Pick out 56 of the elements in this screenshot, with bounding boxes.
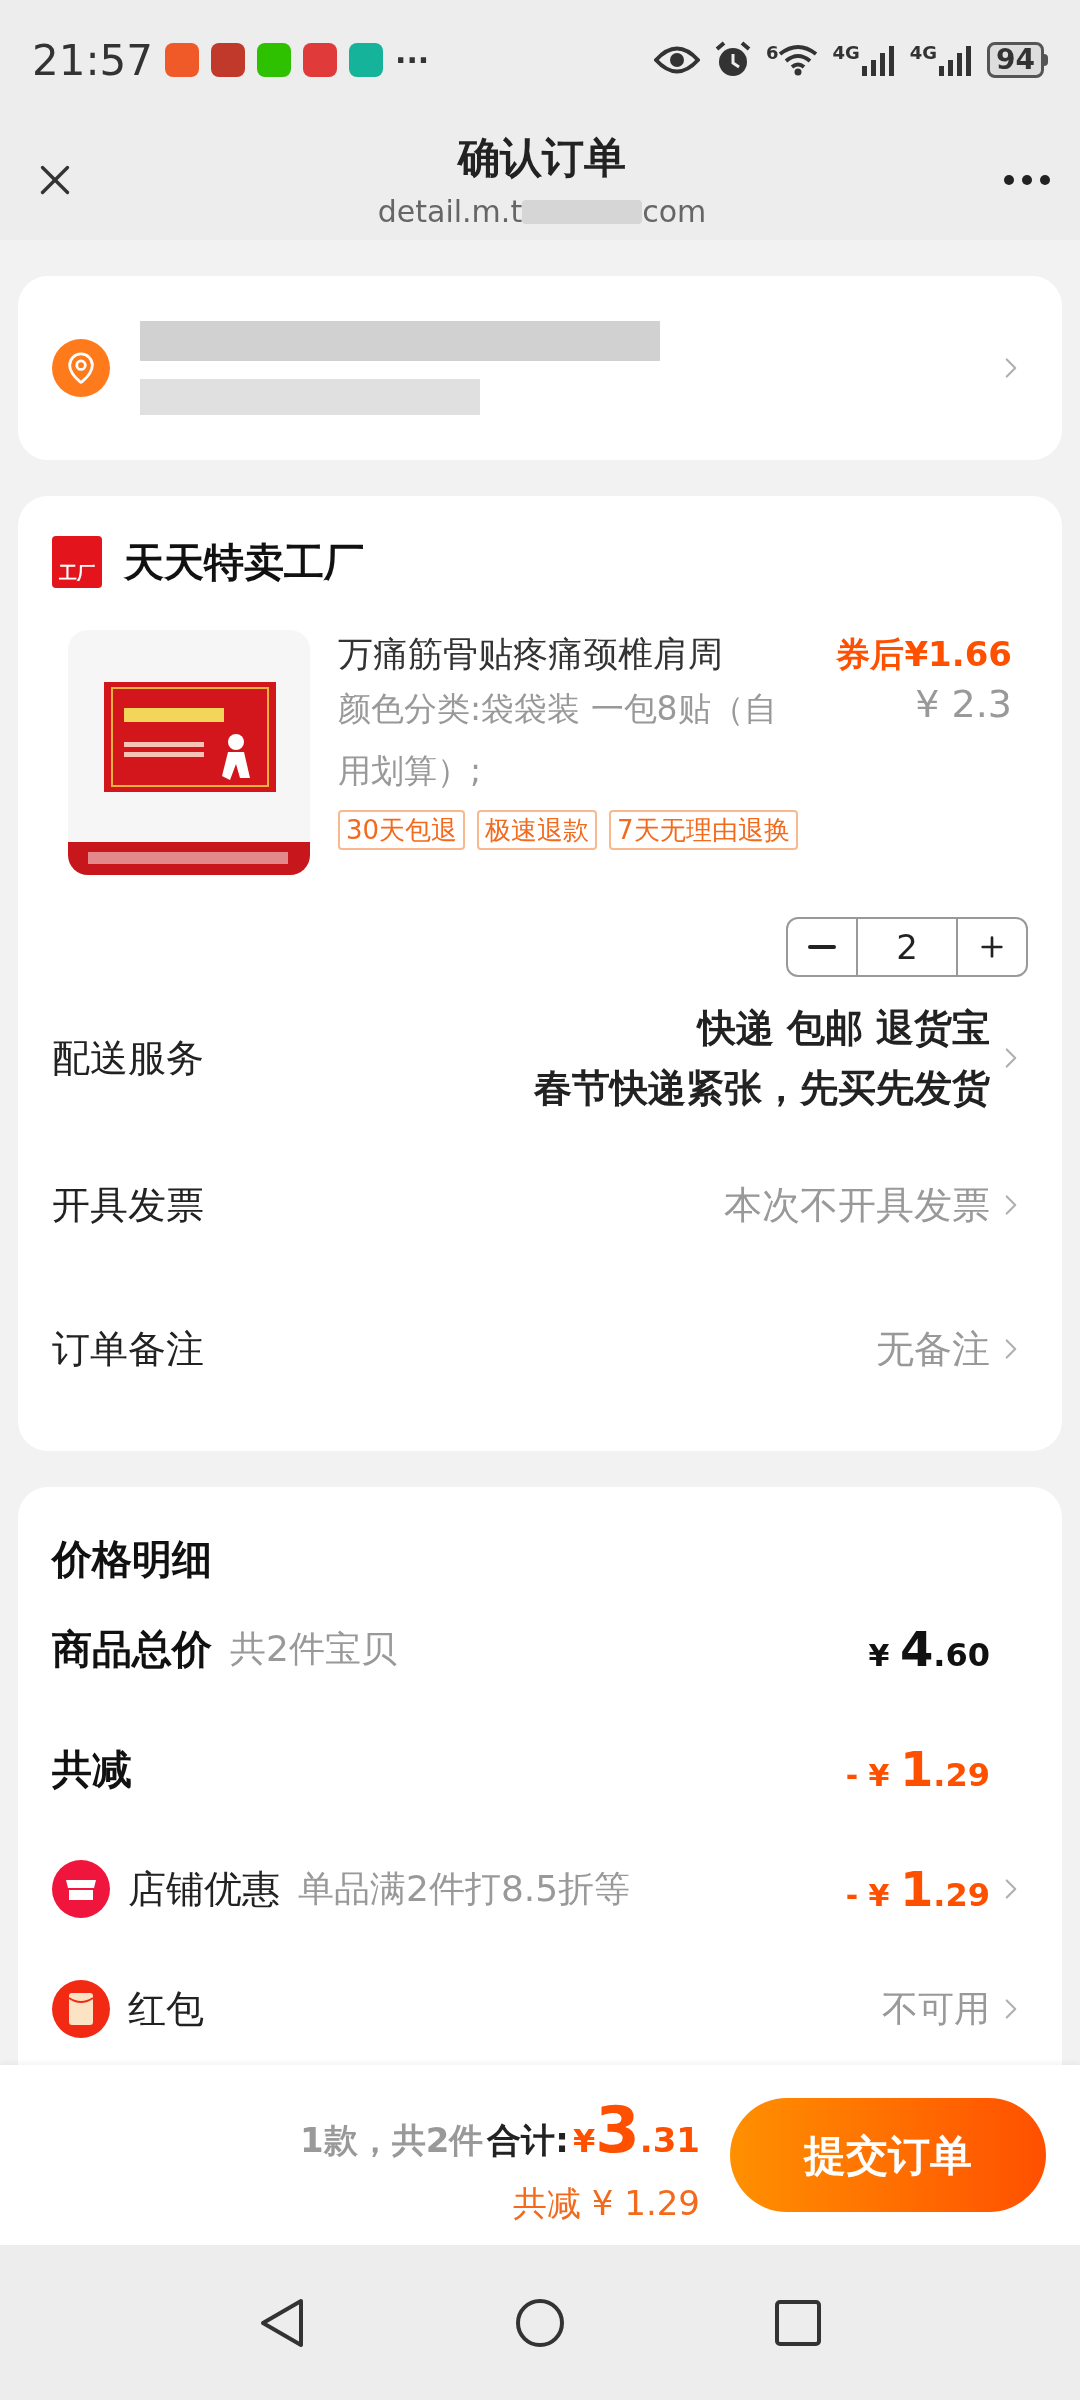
minus-icon bbox=[808, 945, 836, 949]
option-value: 本次不开具发票 bbox=[724, 1181, 990, 1229]
factory-badge: 工厂 bbox=[52, 536, 102, 588]
option-label: 配送服务 bbox=[52, 1034, 204, 1082]
option-value: 快递 包邮 退货宝 bbox=[697, 1005, 990, 1052]
back-icon bbox=[259, 2297, 305, 2348]
option-value: 春节快递紧张，先买先发货 bbox=[534, 1065, 990, 1112]
signal-icon bbox=[939, 44, 974, 76]
service-tag: 7天无理由退换 bbox=[609, 810, 798, 850]
product-spec: 颜色分类:袋袋装 一包8贴（自用划算）; bbox=[338, 688, 778, 792]
item-count: 1款，共2件 bbox=[300, 2118, 484, 2162]
recents-icon bbox=[775, 2299, 821, 2346]
price-label: 共减 bbox=[52, 1745, 132, 1794]
page-title: 确认订单 bbox=[458, 132, 626, 184]
amount: - ¥ 1.29 bbox=[845, 1740, 990, 1799]
total-label: 合计: bbox=[487, 2118, 569, 2162]
envelope-icon bbox=[52, 1980, 110, 2038]
alarm-icon bbox=[713, 41, 752, 79]
amount: ¥ 4.60 bbox=[868, 1620, 990, 1679]
location-icon bbox=[52, 339, 110, 397]
shop-name[interactable]: 天天特卖工厂 bbox=[124, 532, 364, 592]
amount: - ¥ 1.29 bbox=[845, 1860, 990, 1919]
option-value: 无备注 bbox=[876, 1325, 990, 1373]
price-label: 店铺优惠 bbox=[128, 1865, 280, 1913]
store-icon bbox=[52, 1860, 110, 1918]
wifi-icon bbox=[778, 44, 819, 76]
home-icon bbox=[515, 2297, 565, 2348]
option-row[interactable]: 开具发票 本次不开具发票 bbox=[18, 1133, 1062, 1277]
eye-icon bbox=[653, 45, 700, 75]
unavailable-text: 不可用 bbox=[882, 1987, 990, 2031]
network-label: 6 bbox=[765, 44, 779, 62]
price-label: 商品总价 bbox=[52, 1625, 212, 1674]
total-amount: ¥3.31 bbox=[572, 2091, 700, 2169]
more-notifications: ··· bbox=[395, 41, 430, 80]
product-title: 万痛筋骨贴疼痛颈椎肩周 bbox=[338, 633, 723, 676]
coupon-price: 券后¥1.66 bbox=[836, 633, 1012, 676]
price-label: 红包 bbox=[128, 1985, 204, 2033]
saved-amount: 共减 ¥ 1.29 bbox=[513, 2181, 700, 2225]
option-row[interactable]: 配送服务 快递 包邮 退货宝 春节快递紧张，先买先发货 bbox=[18, 983, 1062, 1133]
clock-time: 21:57 bbox=[32, 34, 154, 87]
price-note: 单品满2件打8.5折等 bbox=[298, 1867, 631, 1911]
page-url: com bbox=[642, 193, 707, 231]
option-label: 订单备注 bbox=[52, 1325, 204, 1373]
quantity-field[interactable]: 2 bbox=[858, 919, 956, 975]
signal-icon bbox=[861, 44, 896, 76]
battery-level: 94 bbox=[987, 42, 1044, 78]
section-title: 价格明细 bbox=[52, 1535, 213, 1584]
service-tag: 极速退款 bbox=[477, 810, 598, 850]
network-label: 4G bbox=[832, 44, 860, 62]
service-tag: 30天包退 bbox=[338, 810, 466, 850]
original-price: ¥ 2.3 bbox=[915, 681, 1012, 728]
option-row[interactable]: 订单备注 无备注 bbox=[18, 1277, 1062, 1421]
page-url: detail.m.t bbox=[377, 193, 523, 231]
price-note: 共2件宝贝 bbox=[230, 1627, 397, 1671]
option-label: 开具发票 bbox=[52, 1181, 204, 1229]
network-label: 4G bbox=[909, 44, 938, 62]
